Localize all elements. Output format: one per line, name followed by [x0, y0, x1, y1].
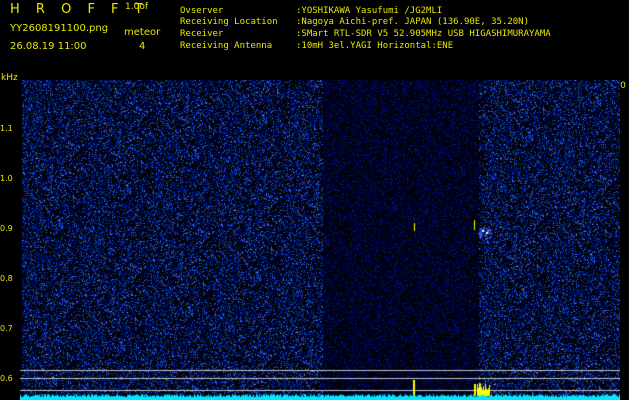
observer-label: Ovserver — [180, 6, 224, 16]
antenna-value: :10mH 3el.YAGI Horizontal:ENE — [296, 41, 454, 51]
location-label: Receiving Location — [180, 17, 278, 27]
event-count: 4 — [139, 41, 146, 52]
y-tick-label: 0.9 — [0, 224, 13, 233]
y-axis-unit: kHz — [1, 73, 18, 83]
y-tick-label: 1.1 — [0, 124, 13, 133]
y-tick-label: 0.6 — [0, 374, 13, 383]
date-time: 26.08.19 11:00 — [10, 41, 87, 52]
spectrogram-canvas — [20, 80, 620, 400]
receiver-value: :SMart RTL-SDR V5 52.905MHz USB HIGASHIM… — [296, 29, 551, 39]
observer-value: :YOSHIKAWA Yasufumi /JG2MLI — [296, 6, 443, 16]
location-value: :Nagoya Aichi-pref. JAPAN (136.90E, 35.2… — [296, 17, 529, 27]
header-panel: H R O F F T 1.0of YY2608191100.png 26.08… — [0, 0, 629, 64]
y-tick-label: 0.8 — [0, 274, 13, 283]
event-label: meteor — [124, 27, 161, 38]
y-tick-label: 0.7 — [0, 324, 13, 333]
file-name: YY2608191100.png — [10, 23, 109, 34]
antenna-label: Receiving Antenna — [180, 41, 273, 51]
receiver-label: Receiver — [180, 29, 224, 39]
y-tick-label: 1.0 — [0, 174, 13, 183]
spectrogram-panel — [20, 80, 620, 400]
app-version: 1.0of — [125, 2, 148, 12]
